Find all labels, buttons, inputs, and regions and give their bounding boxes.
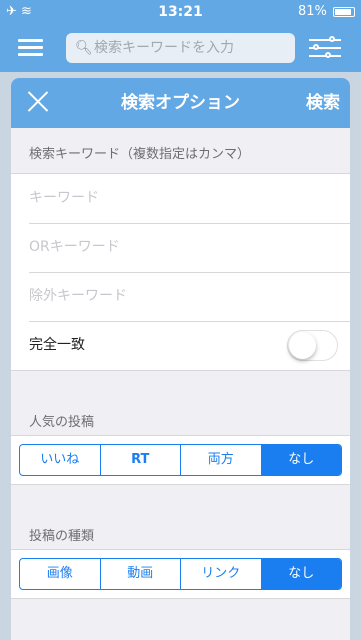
popular-segment-group: いいね RT 両方 なし — [11, 435, 350, 485]
keyword-row — [11, 174, 350, 223]
filter-icon[interactable] — [309, 36, 341, 60]
type-section-label: 投稿の種類 — [29, 529, 95, 544]
or-keyword-field[interactable] — [29, 239, 319, 255]
exclude-keyword-field[interactable] — [29, 288, 319, 304]
type-option-link[interactable]: リンク — [180, 559, 261, 589]
popular-section-label: 人気の投稿 — [29, 415, 95, 430]
keyword-field[interactable] — [29, 190, 319, 206]
popular-option-both[interactable]: 両方 — [180, 445, 261, 475]
or-keyword-row — [11, 223, 350, 272]
modal-title: 検索オプション — [121, 93, 240, 113]
type-segmented-control: 画像 動画 リンク なし — [19, 558, 342, 590]
battery-icon — [333, 6, 355, 17]
app-bar: 🔍︎ 検索キーワードを入力 — [0, 24, 361, 72]
type-option-none[interactable]: なし — [260, 559, 341, 589]
status-right: 81% — [298, 4, 355, 19]
exact-match-toggle[interactable] — [287, 330, 338, 361]
menu-icon[interactable] — [18, 39, 43, 57]
type-segment-group: 画像 動画 リンク なし — [11, 549, 350, 599]
type-option-image[interactable]: 画像 — [20, 559, 100, 589]
keyword-section-label: 検索キーワード（複数指定はカンマ） — [29, 147, 251, 162]
popular-option-rt[interactable]: RT — [99, 445, 181, 475]
exclude-keyword-row — [11, 272, 350, 321]
battery-percent: 81% — [297, 4, 327, 19]
search-input[interactable]: 🔍︎ 検索キーワードを入力 — [66, 33, 295, 63]
search-options-modal: 検索オプション 検索 検索キーワード（複数指定はカンマ） 完全一致 人気の投稿 … — [11, 78, 350, 640]
popular-option-like[interactable]: いいね — [20, 445, 100, 475]
exact-match-row: 完全一致 — [11, 321, 350, 370]
search-icon: 🔍︎ — [75, 40, 93, 56]
search-placeholder: 検索キーワードを入力 — [94, 40, 234, 56]
popular-segmented-control: いいね RT 両方 なし — [19, 444, 342, 476]
status-bar: ✈ ︎≋ 13:21 81% — [0, 0, 361, 24]
exact-match-label: 完全一致 — [29, 337, 85, 353]
keyword-group: 完全一致 — [11, 173, 350, 371]
popular-option-none[interactable]: なし — [260, 445, 341, 475]
type-option-video[interactable]: 動画 — [99, 559, 181, 589]
search-button[interactable]: 検索 — [306, 78, 340, 128]
modal-header: 検索オプション 検索 — [11, 78, 350, 128]
